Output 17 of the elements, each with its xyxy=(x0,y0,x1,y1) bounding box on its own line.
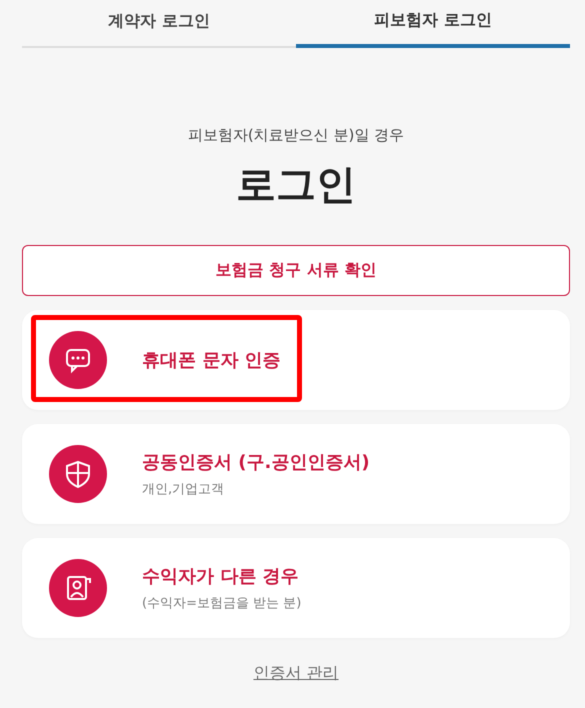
login-option-card[interactable]: 수익자가 다른 경우 (수익자=보험금을 받는 분) xyxy=(22,538,570,638)
page-title: 로그인 xyxy=(235,161,357,210)
chat-bubble-icon xyxy=(49,331,107,389)
login-option-card[interactable]: 휴대폰 문자 인증 xyxy=(22,310,570,410)
option-note: (수익자=보험금을 받는 분) xyxy=(142,595,302,612)
login-option-card[interactable]: 공동인증서 (구.공인인증서) 개인,기업고객 xyxy=(22,424,570,524)
subtitle: 피보험자(치료받으신 분)일 경우 xyxy=(186,126,406,145)
option-label: 공동인증서 (구.공인인증서) xyxy=(142,451,370,474)
tab[interactable]: 피보험자 로그인 xyxy=(296,0,570,48)
shield-icon xyxy=(49,445,107,503)
person-card-icon xyxy=(49,559,107,617)
check-documents-button[interactable]: 보험금 청구 서류 확인 xyxy=(22,245,570,296)
tab[interactable]: 계약자 로그인 xyxy=(22,0,296,48)
option-note: 개인,기업고객 xyxy=(142,481,226,498)
option-label: 수익자가 다른 경우 xyxy=(142,565,300,588)
option-label: 휴대폰 문자 인증 xyxy=(142,349,281,372)
certificate-management-link[interactable]: 인증서 관리 xyxy=(253,663,339,684)
